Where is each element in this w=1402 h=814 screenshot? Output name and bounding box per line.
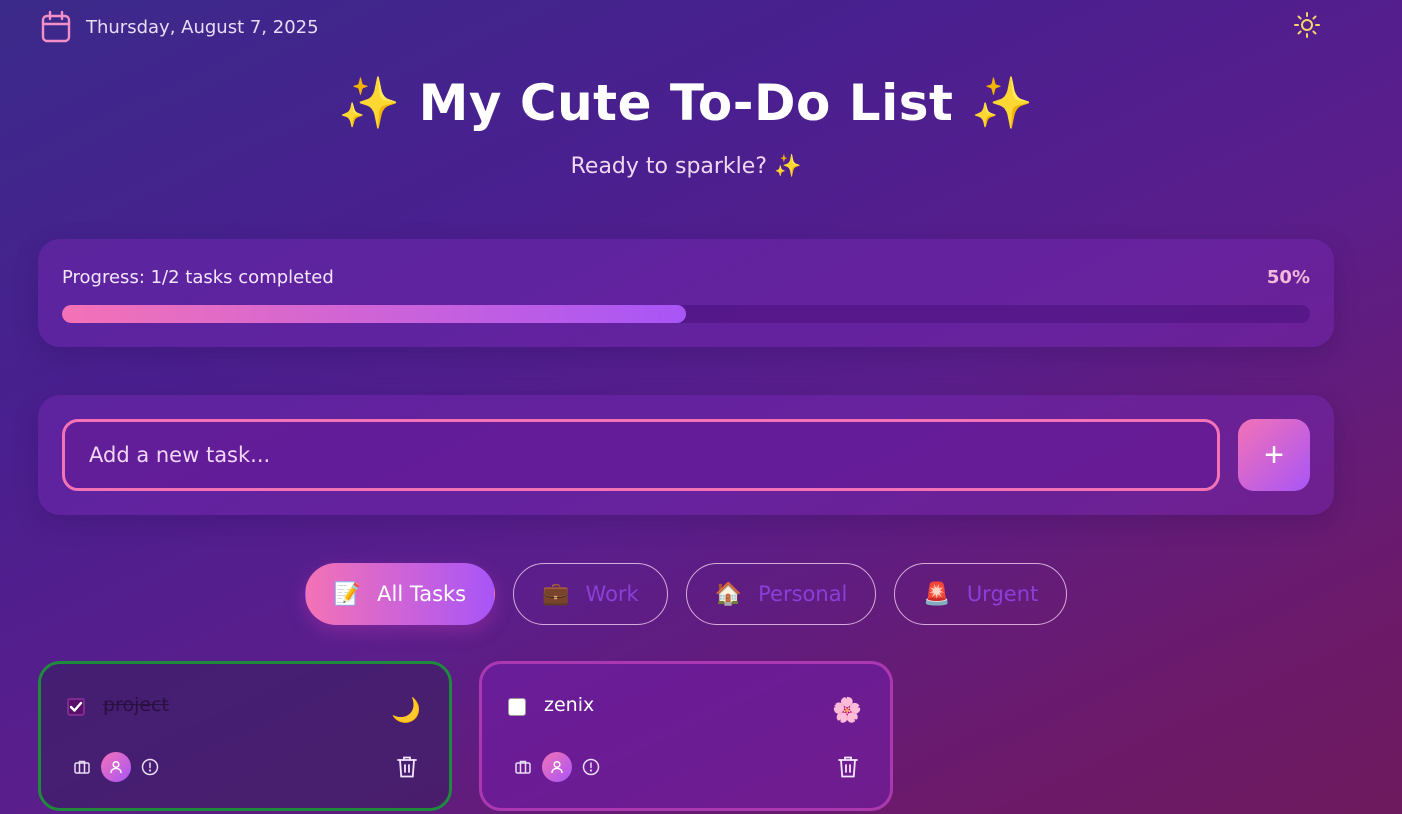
memo-icon: 📝 — [333, 581, 362, 607]
delete-task-button[interactable] — [395, 754, 419, 780]
briefcase-icon[interactable] — [71, 756, 93, 778]
filter-label: Work — [585, 582, 639, 606]
briefcase-icon[interactable] — [512, 756, 534, 778]
task-text: zenix — [544, 694, 595, 716]
flower-icon: 🌸 — [832, 696, 862, 724]
moon-icon: 🌙 — [391, 696, 421, 724]
user-icon[interactable] — [542, 752, 572, 782]
alert-circle-icon[interactable] — [139, 756, 161, 778]
siren-icon: 🚨 — [923, 581, 951, 607]
task-checkbox[interactable] — [508, 698, 526, 716]
progress-label: Progress: 1/2 tasks completed — [62, 267, 334, 288]
filter-label: Urgent — [966, 582, 1039, 606]
filter-all-tasks[interactable]: 📝 All Tasks — [304, 563, 496, 625]
new-task-input[interactable] — [62, 419, 1220, 491]
task-meta — [512, 752, 602, 782]
task-card: zenix 🌸 — [479, 661, 893, 811]
sun-icon — [1293, 11, 1321, 39]
progress-bar-fill — [62, 305, 686, 323]
task-text: project — [103, 694, 169, 716]
filter-label: All Tasks — [377, 582, 467, 606]
filter-personal[interactable]: 🏠 Personal — [685, 563, 877, 625]
progress-bar — [62, 305, 1310, 323]
trash-icon — [396, 755, 418, 779]
task-card: project 🌙 — [38, 661, 452, 811]
delete-task-button[interactable] — [836, 754, 860, 780]
current-date: Thursday, August 7, 2025 — [86, 16, 319, 38]
trash-icon — [837, 755, 859, 779]
user-icon[interactable] — [101, 752, 131, 782]
filter-bar: 📝 All Tasks 💼 Work 🏠 Personal 🚨 Urgent — [0, 563, 1372, 625]
progress-percent: 50% — [1266, 267, 1310, 288]
briefcase-icon: 💼 — [542, 581, 570, 607]
add-task-button[interactable]: + — [1238, 419, 1310, 491]
filter-work[interactable]: 💼 Work — [513, 563, 668, 625]
page-title: ✨ My Cute To-Do List ✨ — [337, 74, 1035, 132]
filter-label: Personal — [758, 582, 848, 606]
filter-urgent[interactable]: 🚨 Urgent — [894, 563, 1068, 625]
task-checkbox[interactable] — [67, 698, 85, 716]
house-icon: 🏠 — [714, 581, 743, 607]
page-subtitle: Ready to sparkle? ✨ — [570, 154, 802, 179]
theme-toggle-button[interactable] — [1292, 10, 1322, 40]
progress-card: Progress: 1/2 tasks completed 50% — [38, 239, 1334, 347]
top-bar: Thursday, August 7, 2025 — [40, 10, 1322, 44]
add-task-card: + — [38, 395, 1334, 515]
alert-circle-icon[interactable] — [580, 756, 602, 778]
task-meta — [71, 752, 161, 782]
calendar-icon — [40, 10, 72, 44]
